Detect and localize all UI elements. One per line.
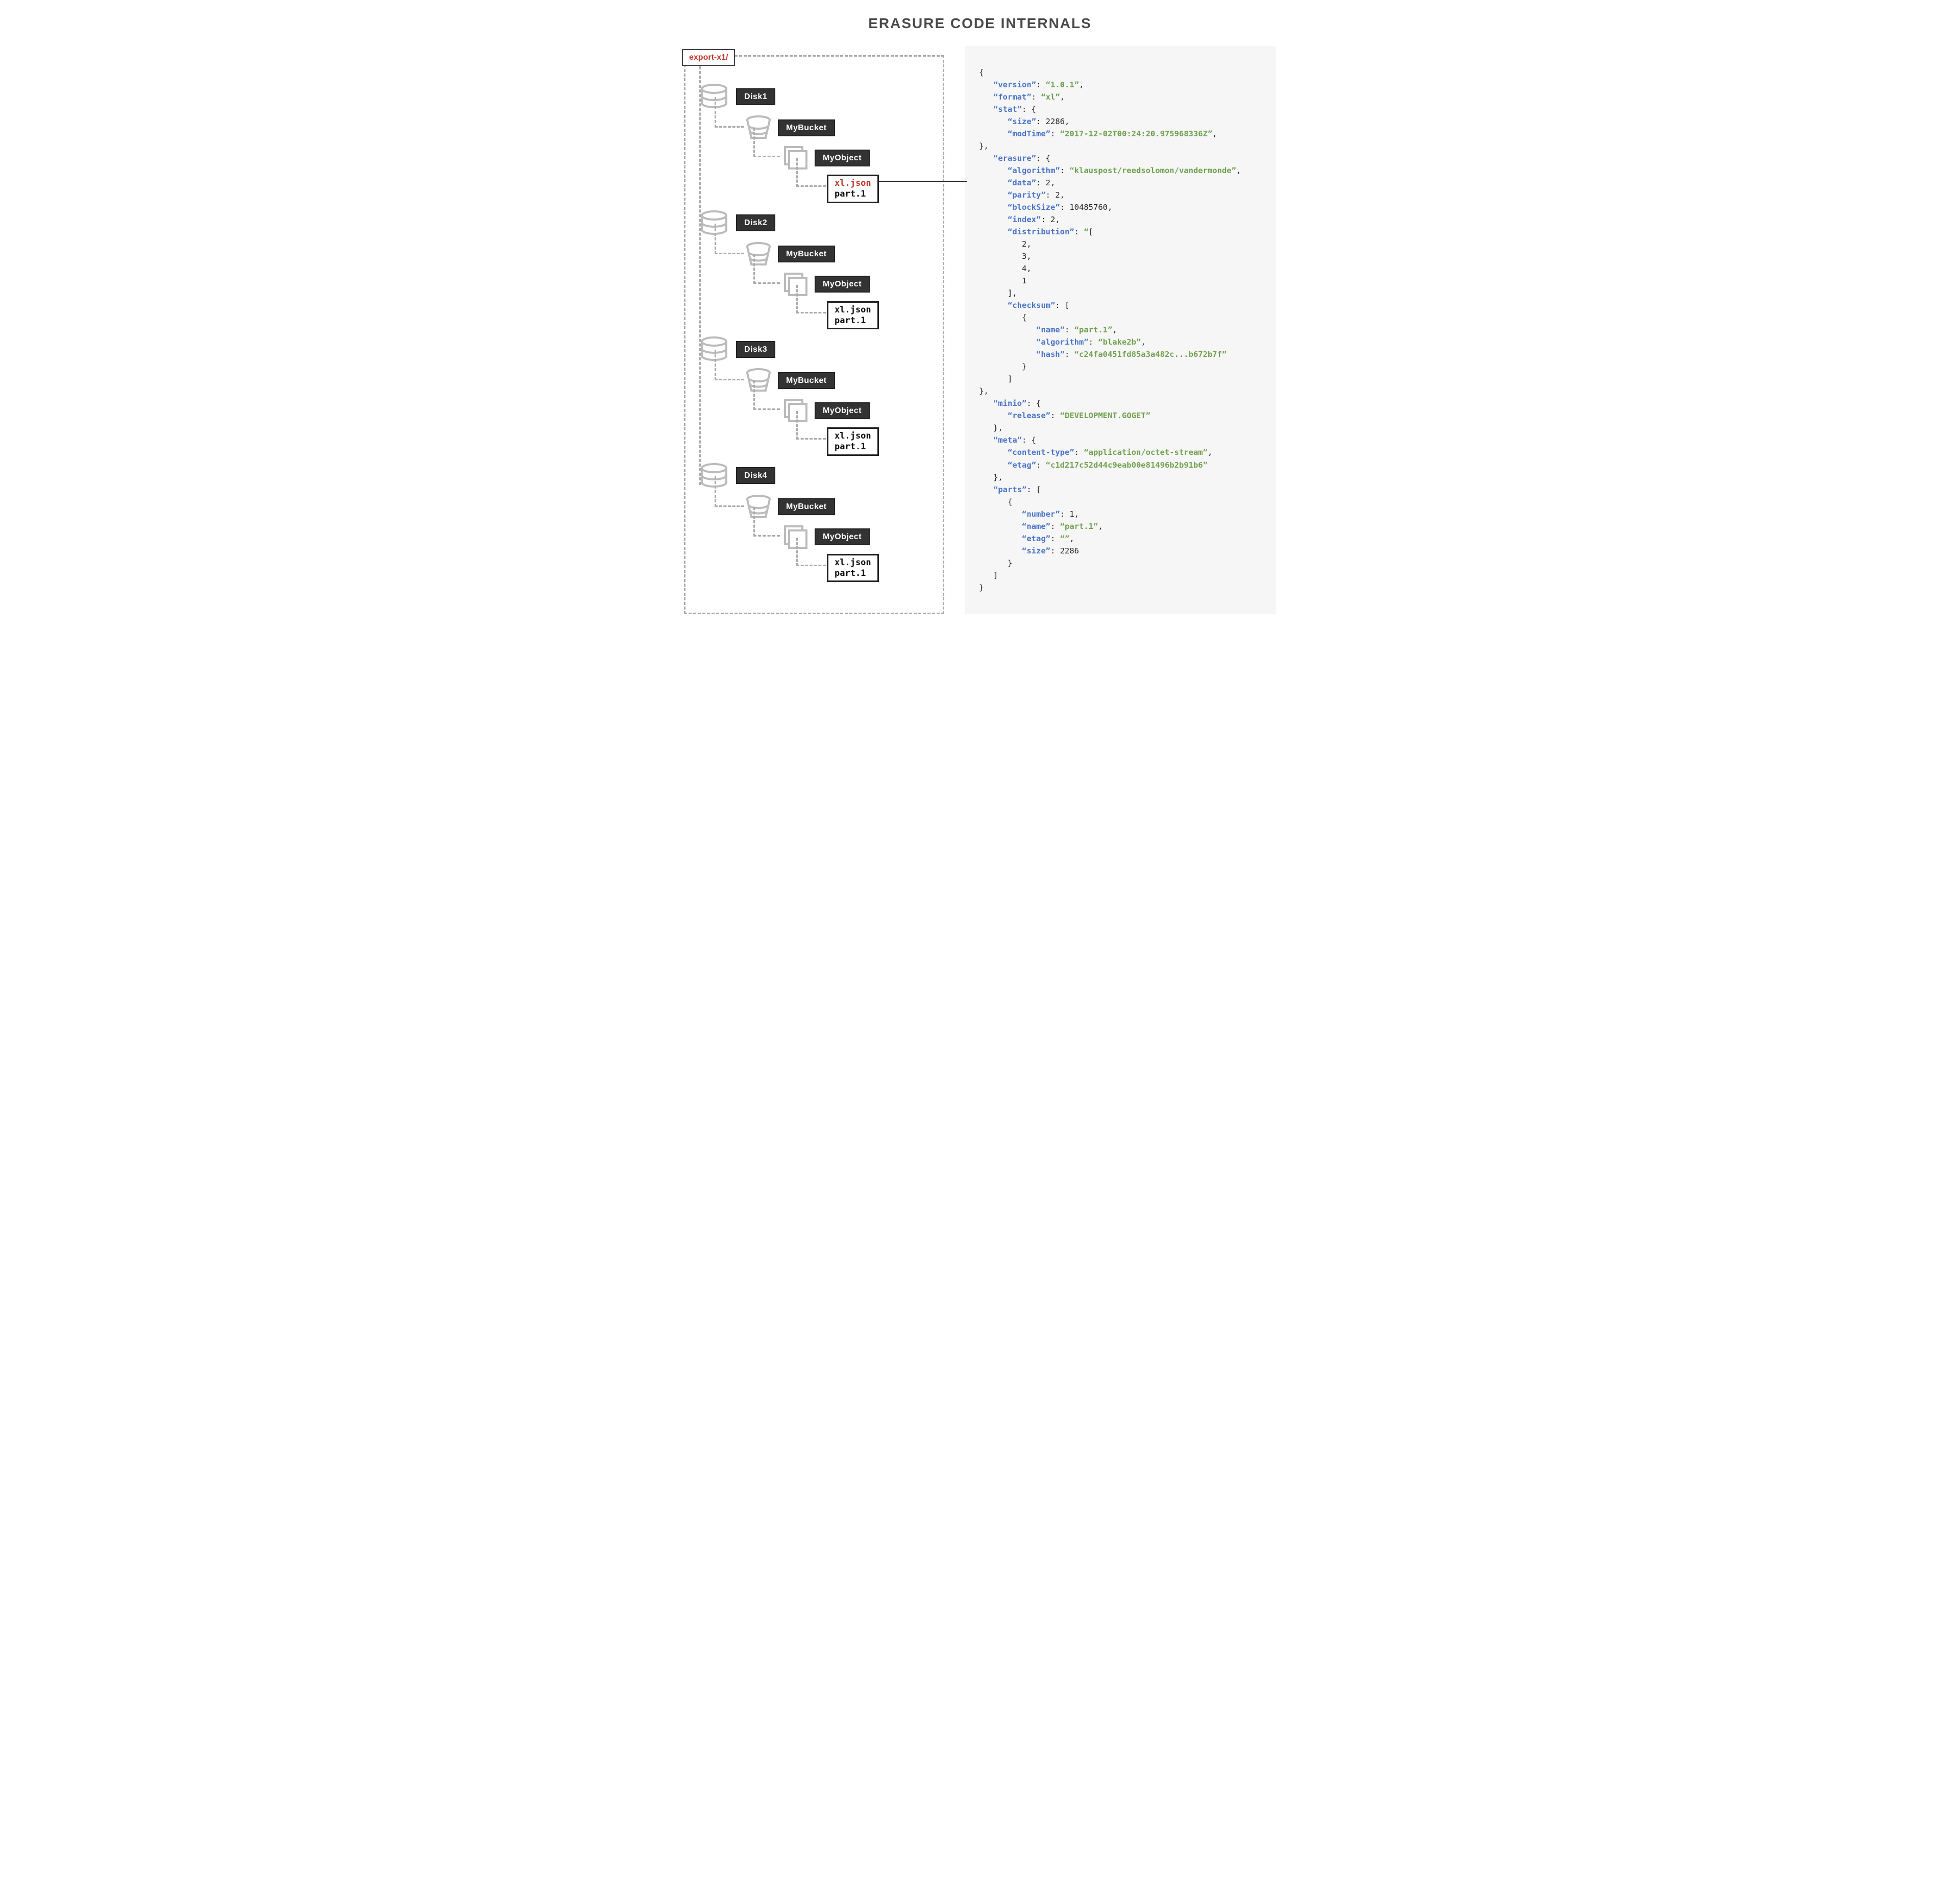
export-root-label: export-x1/ bbox=[682, 49, 735, 66]
disk-block: Disk1 MyBucket MyObject xl.jsonpart.1 bbox=[699, 84, 934, 203]
database-icon bbox=[699, 336, 729, 362]
bucket-label: MyBucket bbox=[778, 119, 835, 136]
bucket-label: MyBucket bbox=[778, 246, 835, 262]
file-part-1: part.1 bbox=[835, 316, 871, 326]
file-xl-json: xl.json bbox=[835, 305, 871, 316]
object-row: MyObject bbox=[781, 272, 934, 297]
database-icon bbox=[699, 463, 729, 489]
file-xl-json: xl.json bbox=[835, 558, 871, 568]
bucket-label: MyBucket bbox=[778, 498, 835, 515]
object-label: MyObject bbox=[815, 150, 870, 166]
bucket-row: MyBucket bbox=[745, 115, 934, 140]
object-icon bbox=[781, 398, 808, 423]
bucket-label: MyBucket bbox=[778, 372, 835, 389]
object-files-row: xl.jsonpart.1 bbox=[827, 175, 934, 203]
object-row: MyObject bbox=[781, 145, 934, 171]
file-part-1: part.1 bbox=[835, 189, 871, 200]
file-part-1: part.1 bbox=[835, 568, 871, 579]
xl-json-connector-line bbox=[879, 181, 967, 182]
object-files-row: xl.jsonpart.1 bbox=[827, 301, 934, 330]
bucket-row: MyBucket bbox=[745, 242, 934, 267]
file-part-1: part.1 bbox=[835, 442, 871, 452]
bucket-icon bbox=[745, 495, 772, 519]
xl-json-content: { “version”: “1.0.1”, “format”: “xl”, “s… bbox=[965, 46, 1276, 614]
object-row: MyObject bbox=[781, 398, 934, 423]
object-label: MyObject bbox=[815, 276, 870, 293]
object-files-box: xl.jsonpart.1 bbox=[827, 301, 879, 330]
disk-label: Disk4 bbox=[736, 467, 775, 484]
bucket-icon bbox=[745, 242, 772, 267]
object-files-row: xl.jsonpart.1 bbox=[827, 427, 934, 456]
object-row: MyObject bbox=[781, 524, 934, 550]
disk-block: Disk4 MyBucket MyObject xl.jsonpart.1 bbox=[699, 463, 934, 583]
bucket-icon bbox=[745, 115, 772, 140]
file-xl-json: xl.json bbox=[835, 431, 871, 442]
object-files-box: xl.jsonpart.1 bbox=[827, 427, 879, 456]
bucket-row: MyBucket bbox=[745, 368, 934, 393]
disk-row: Disk3 bbox=[699, 336, 934, 362]
object-icon bbox=[781, 272, 808, 297]
object-files-box: xl.jsonpart.1 bbox=[827, 554, 879, 583]
object-icon bbox=[781, 524, 808, 550]
page-title: ERASURE CODE INTERNALS bbox=[684, 15, 1276, 32]
object-files-box: xl.jsonpart.1 bbox=[827, 175, 879, 203]
object-icon bbox=[781, 145, 808, 171]
disk-label: Disk1 bbox=[736, 88, 775, 105]
file-xl-json: xl.json bbox=[835, 178, 871, 189]
disk-label: Disk2 bbox=[736, 214, 775, 231]
disk-label: Disk3 bbox=[736, 341, 775, 358]
disk-row: Disk1 bbox=[699, 84, 934, 109]
object-label: MyObject bbox=[815, 528, 870, 545]
bucket-row: MyBucket bbox=[745, 495, 934, 519]
disk-row: Disk4 bbox=[699, 463, 934, 489]
xl-json-panel: { “version”: “1.0.1”, “format”: “xl”, “s… bbox=[965, 46, 1276, 614]
database-icon bbox=[699, 210, 729, 236]
database-icon bbox=[699, 84, 729, 109]
object-files-row: xl.jsonpart.1 bbox=[827, 554, 934, 583]
object-label: MyObject bbox=[815, 402, 870, 419]
disk-block: Disk2 MyBucket MyObject xl.jsonpart.1 bbox=[699, 210, 934, 330]
disk-tree-panel: export-x1/ Disk1 MyBucket MyObject xl.jso… bbox=[684, 46, 944, 614]
disk-block: Disk3 MyBucket MyObject xl.jsonpart.1 bbox=[699, 336, 934, 456]
disk-row: Disk2 bbox=[699, 210, 934, 236]
bucket-icon bbox=[745, 368, 772, 393]
